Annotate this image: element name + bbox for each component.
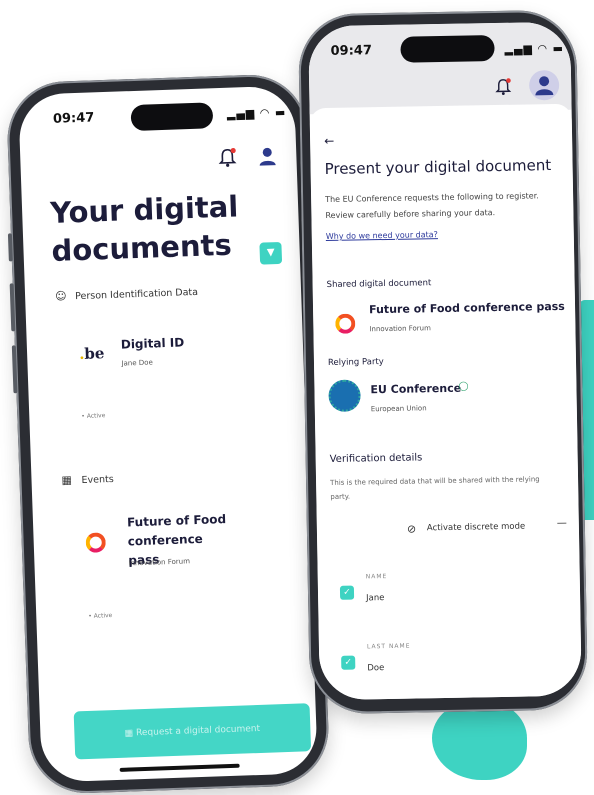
status-icons: ▂▄▆ ◠ ▬ — [504, 41, 565, 56]
dynamic-island — [130, 102, 214, 132]
belgium-logo: .be — [78, 344, 105, 364]
user-profile-icon — [535, 76, 554, 96]
checkbox-name[interactable]: ✓ — [339, 585, 355, 600]
relying-card-subtitle: European Union — [370, 404, 427, 414]
chevron-down-icon: ▼ — [266, 247, 275, 259]
phone-volume-down-button — [11, 345, 18, 394]
back-arrow-icon[interactable]: ← — [324, 134, 334, 148]
eye-off-icon[interactable]: ⊘ — [407, 522, 416, 535]
decorative-blob-bottom — [432, 700, 527, 780]
status-time: 09:47 — [330, 43, 373, 59]
status-badge: • Active — [88, 612, 113, 620]
verified-shield-icon: ◯ — [458, 381, 469, 392]
field-label-name: NAME — [365, 573, 388, 581]
eu-stars-logo — [328, 379, 361, 412]
notification-bell-icon[interactable] — [218, 147, 237, 173]
section-label-events: ▦ Events — [61, 472, 114, 487]
phone-volume-up-button — [9, 283, 16, 332]
field-value-last-name: Doe — [367, 663, 385, 674]
innovation-forum-logo — [335, 313, 356, 334]
panel-title: Present your digital document — [324, 156, 552, 179]
section-label-person-identification: ☺ Person Identification Data — [55, 285, 198, 303]
right-phone-screen: 09:47 ▂▄▆ ◠ ▬ ← Present your digital doc… — [308, 21, 582, 701]
verification-details-label: Verification details — [329, 452, 423, 465]
present-document-panel: ← Present your digital document The EU C… — [309, 103, 582, 701]
intro-text: The EU Conference requests the following… — [325, 191, 539, 221]
innovation-forum-logo — [85, 532, 107, 553]
dynamic-island — [400, 35, 495, 63]
status-time: 09:47 — [52, 110, 95, 127]
shared-card-subtitle: Innovation Forum — [369, 324, 431, 334]
discrete-mode-toggle[interactable]: Activate discrete mode — [427, 519, 526, 537]
card-subtitle: Jane Doe — [121, 358, 153, 368]
person-icon: ☺ — [54, 289, 67, 303]
section-label-text: Events — [81, 473, 114, 487]
verification-text: This is the required data that will be s… — [330, 475, 540, 501]
request-document-button[interactable]: ▦ Request a digital document — [73, 703, 312, 760]
status-badge: • Active — [81, 412, 106, 421]
right-phone: 09:47 ▂▄▆ ◠ ▬ ← Present your digital doc… — [297, 9, 589, 715]
shared-document-label: Shared digital document — [326, 278, 432, 291]
shared-card-title[interactable]: Future of Food conference pass — [369, 300, 565, 316]
relying-party-label: Relying Party — [327, 357, 384, 369]
collapse-icon[interactable]: — — [557, 518, 567, 529]
status-icons: ▂▄▆ ◠ ▬ — [226, 105, 287, 121]
field-label-last-name: LAST NAME — [366, 642, 411, 651]
left-phone-screen: 09:47 ▂▄▆ ◠ ▬ Your digital documents ▼ ☺… — [18, 85, 318, 783]
button-label: Request a digital document — [135, 723, 261, 739]
page-title: Your digital documents — [49, 189, 239, 268]
ticket-icon: ▦ — [61, 473, 73, 487]
why-data-link[interactable]: Why do we need your data? — [326, 230, 438, 241]
expand-button[interactable]: ▼ — [259, 241, 283, 265]
checkbox-last-name[interactable]: ✓ — [341, 655, 356, 670]
left-phone: 09:47 ▂▄▆ ◠ ▬ Your digital documents ▼ ☺… — [5, 72, 331, 795]
user-profile-icon[interactable] — [258, 146, 277, 172]
notification-bell-icon[interactable] — [495, 77, 512, 101]
relying-card-title[interactable]: EU Conference — [370, 382, 461, 397]
phone-side-button — [7, 233, 13, 262]
document-icon: ▦ — [124, 728, 137, 739]
field-value-name: Jane — [366, 593, 385, 604]
avatar[interactable] — [528, 69, 560, 101]
section-label-text: Person Identification Data — [74, 286, 199, 303]
card-title-digital-id[interactable]: Digital ID — [121, 333, 185, 354]
home-indicator — [119, 763, 240, 772]
